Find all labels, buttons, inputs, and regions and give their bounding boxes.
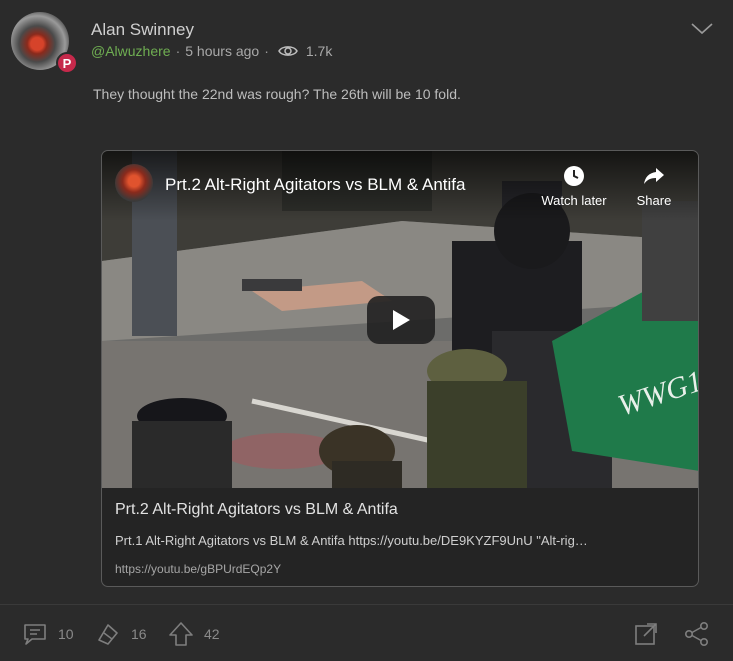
video-share-button[interactable]: Share	[632, 165, 676, 208]
separator-dot: ·	[264, 43, 269, 59]
eye-icon	[278, 46, 298, 56]
view-count: 1.7k	[305, 43, 333, 59]
post-text: They thought the 22nd was rough? The 26t…	[93, 86, 461, 102]
echo-count: 16	[131, 626, 147, 642]
post-actions: 10 16 42	[0, 604, 733, 661]
author-name[interactable]: Alan Swinney	[91, 20, 194, 40]
platform-badge: P	[56, 52, 78, 74]
chevron-down-icon[interactable]	[690, 20, 714, 36]
watch-later-label: Watch later	[541, 193, 607, 208]
clock-icon	[564, 166, 584, 186]
share-arrow-icon	[644, 168, 664, 184]
video-title[interactable]: Prt.2 Alt-Right Agitators vs BLM & Antif…	[165, 175, 465, 195]
post-time: 5 hours ago	[185, 43, 260, 59]
comment-button[interactable]: 10	[22, 621, 74, 647]
expand-icon	[635, 623, 657, 645]
comment-count: 10	[58, 626, 74, 642]
share-button[interactable]	[684, 621, 710, 647]
share-icon	[684, 621, 708, 646]
echo-icon	[98, 624, 118, 645]
video-share-label: Share	[636, 193, 672, 208]
author-handle[interactable]: @Alwuzhere	[91, 43, 171, 59]
channel-avatar[interactable]	[115, 164, 153, 202]
separator-dot: ·	[175, 43, 181, 59]
upvote-button[interactable]: 42	[168, 621, 220, 647]
embed-title[interactable]: Prt.2 Alt-Right Agitators vs BLM & Antif…	[115, 501, 398, 519]
embed-url[interactable]: https://youtu.be/gBPUrdEQp2Y	[115, 562, 281, 576]
upvote-icon	[169, 622, 193, 646]
play-button[interactable]	[367, 296, 435, 344]
comment-icon	[24, 624, 46, 645]
upvote-count: 42	[204, 626, 220, 642]
watch-later-button[interactable]: Watch later	[538, 165, 610, 208]
video-player[interactable]: WWG1WG Prt.2 Alt-Right Agitators vs BLM …	[102, 151, 698, 488]
echo-button[interactable]: 16	[95, 621, 147, 647]
play-icon	[393, 310, 410, 330]
embed-description: Prt.1 Alt-Right Agitators vs BLM & Antif…	[115, 533, 588, 548]
expand-button[interactable]	[633, 621, 659, 647]
video-embed[interactable]: WWG1WG Prt.2 Alt-Right Agitators vs BLM …	[101, 150, 699, 587]
post-meta: @Alwuzhere · 5 hours ago · 1.7k	[91, 43, 332, 59]
